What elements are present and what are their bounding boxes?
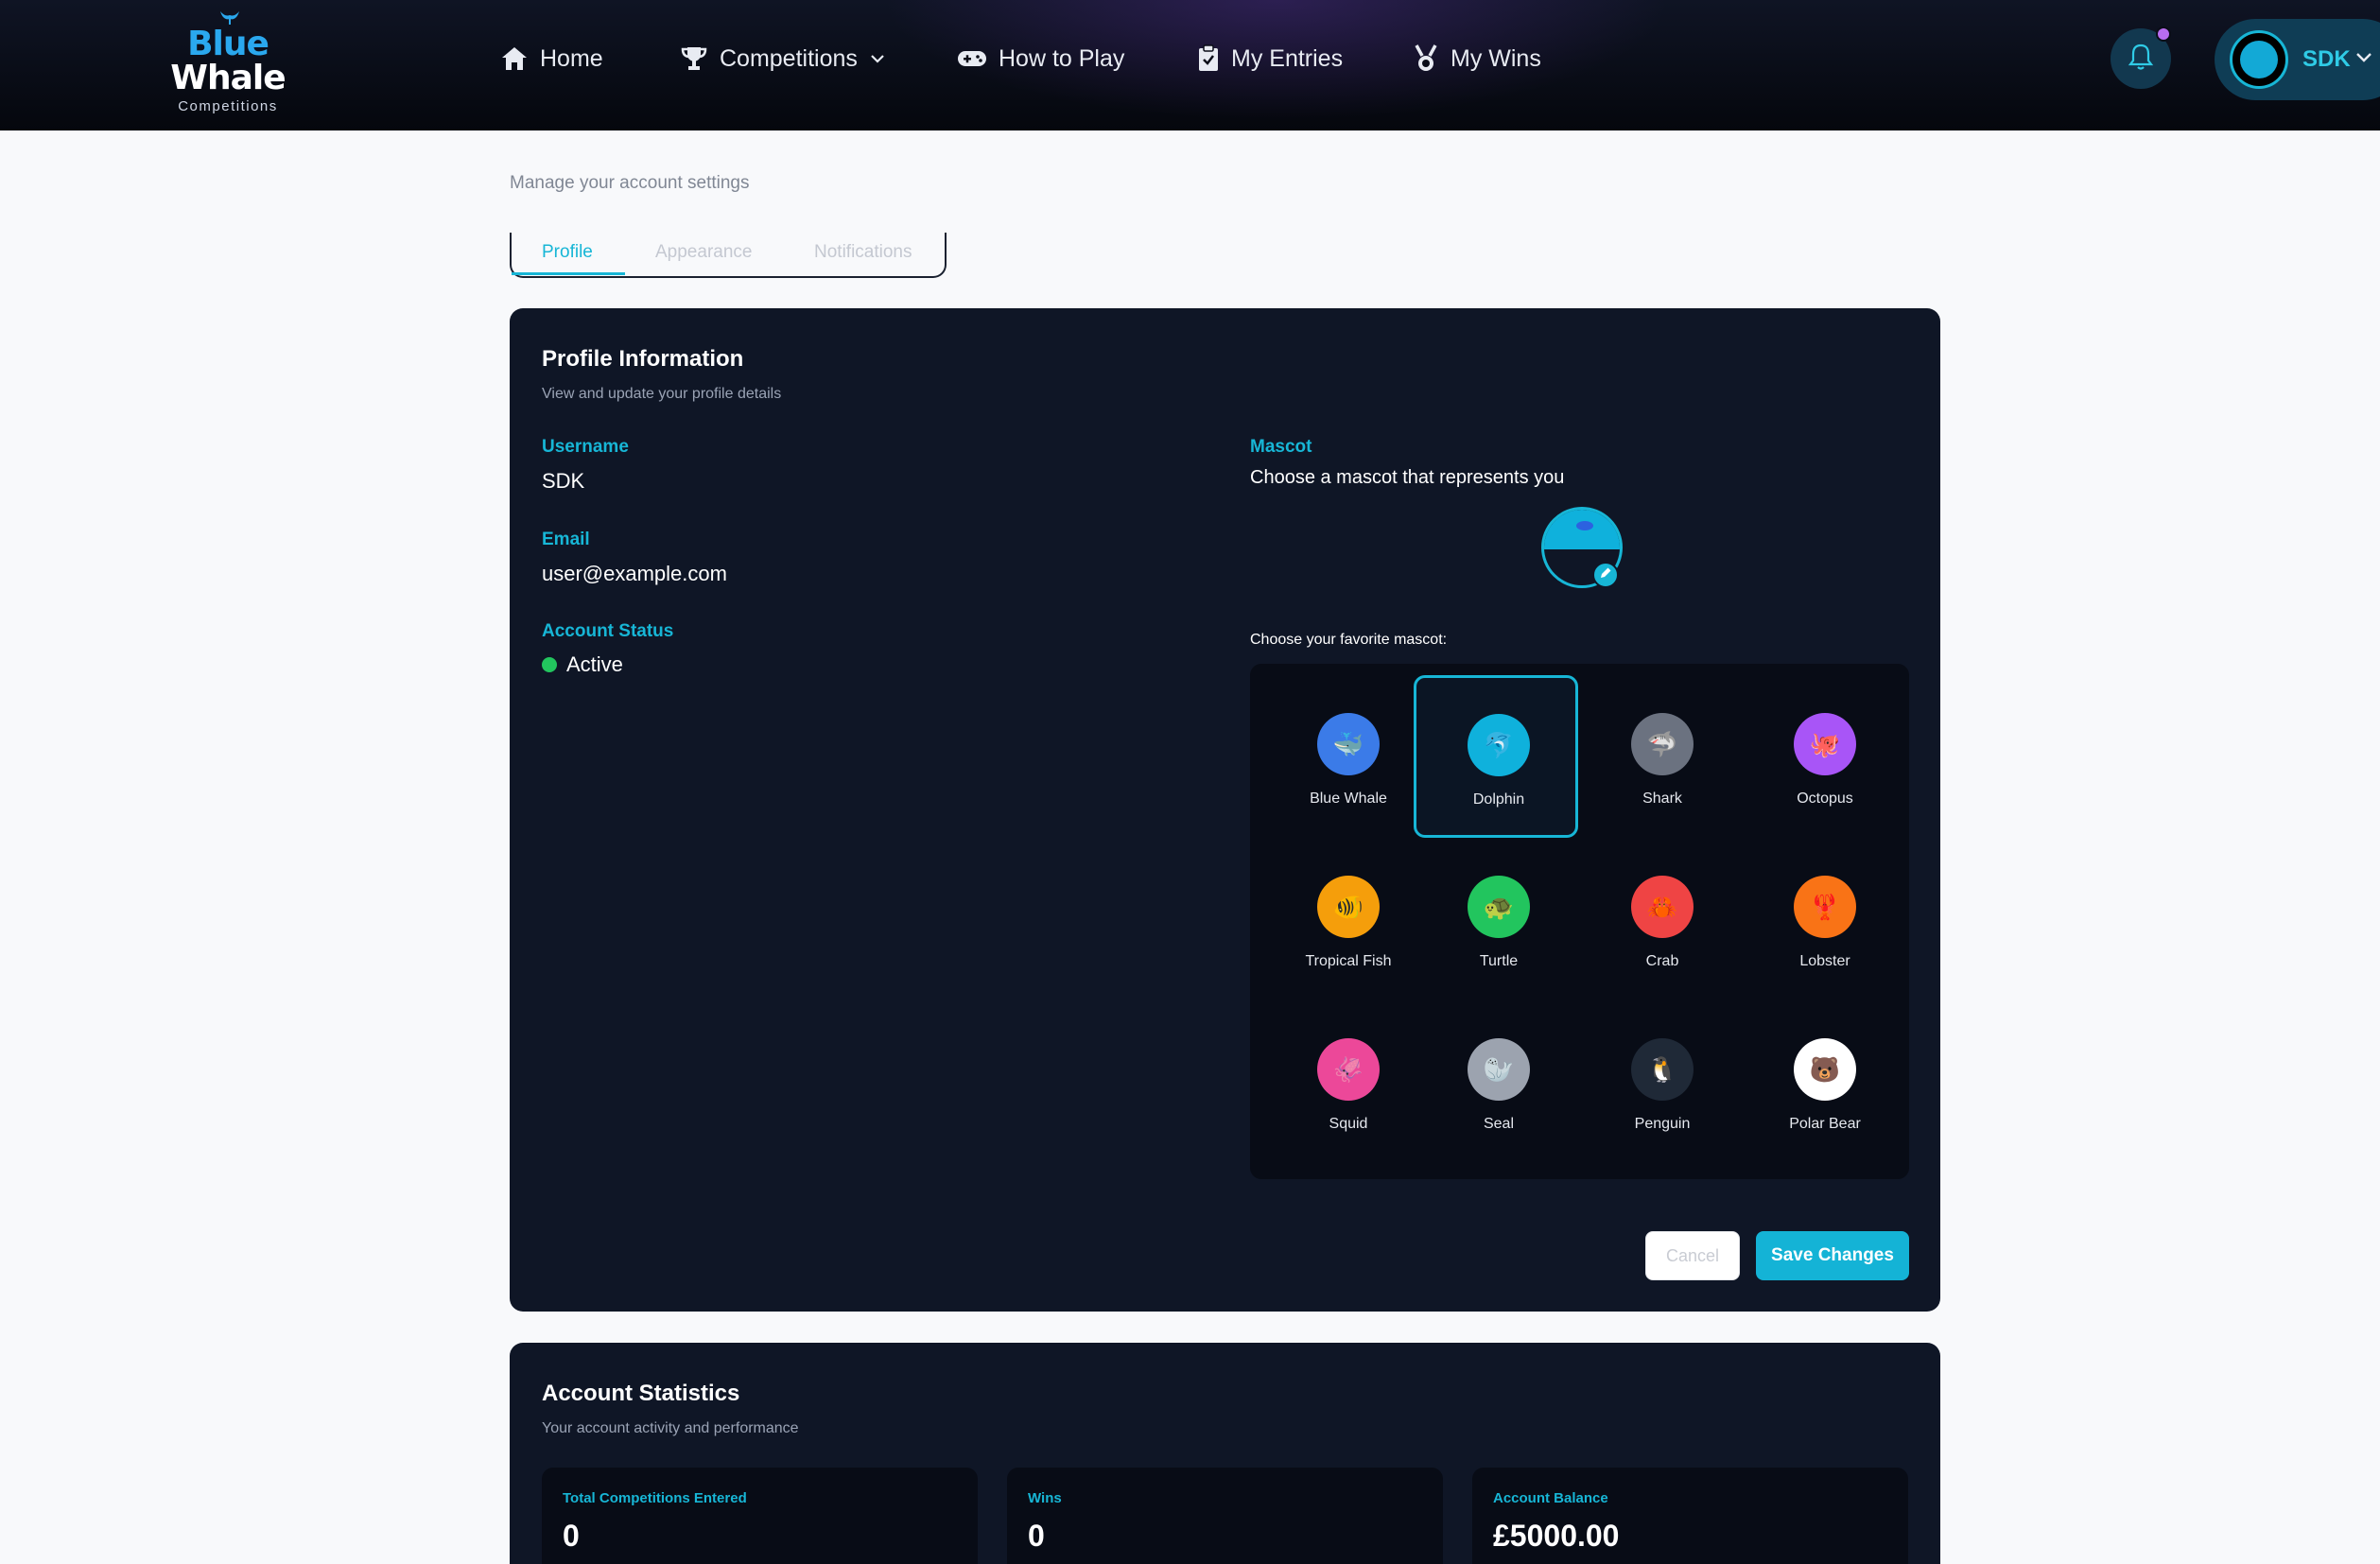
mascot-option-crab[interactable]: 🦀 Crab	[1580, 840, 1745, 1002]
mascot-name: Tropical Fish	[1305, 953, 1392, 969]
profile-card: Profile Information View and update your…	[510, 308, 1940, 1312]
stat-account-balance: Account Balance £5000.00	[1472, 1468, 1908, 1564]
cancel-button[interactable]: Cancel	[1645, 1231, 1740, 1280]
mascot-name: Octopus	[1797, 791, 1853, 807]
turtle-icon: 🐢	[1468, 876, 1530, 938]
nav-competitions-label: Competitions	[720, 44, 858, 72]
mascot-option-turtle[interactable]: 🐢 Turtle	[1416, 840, 1581, 1002]
brand-line-1: Blue	[187, 25, 269, 63]
mascot-name: Turtle	[1479, 953, 1519, 969]
dolphin-icon: 🐬	[1468, 714, 1530, 776]
lobster-icon: 🦞	[1794, 876, 1856, 938]
mascot-option-seal[interactable]: 🦭 Seal	[1416, 1002, 1581, 1165]
stat-value: £5000.00	[1493, 1519, 1620, 1553]
stat-label: Total Competitions Entered	[563, 1490, 747, 1506]
stat-label: Wins	[1028, 1490, 1062, 1506]
nav-competitions[interactable]: Competitions	[680, 42, 886, 76]
edit-mascot-button[interactable]	[1592, 562, 1619, 588]
account-status-label: Account Status	[542, 621, 674, 641]
mascot-grid: 🐳 Blue Whale 🐬 Dolphin 🦈 Shark 🐙 Octopus…	[1250, 664, 1909, 1179]
nav-home-label: Home	[540, 44, 603, 72]
nav-my-entries[interactable]: My Entries	[1197, 42, 1343, 76]
save-changes-button[interactable]: Save Changes	[1756, 1231, 1909, 1280]
nav-my-wins[interactable]: My Wins	[1413, 42, 1541, 76]
mascot-name: Shark	[1642, 791, 1682, 807]
shark-icon: 🦈	[1631, 713, 1694, 775]
bell-icon	[2128, 43, 2154, 76]
seal-icon: 🦭	[1468, 1038, 1530, 1101]
mascot-option-octopus[interactable]: 🐙 Octopus	[1743, 677, 1907, 840]
mascot-name: Crab	[1645, 953, 1679, 969]
polar-bear-icon: 🐻	[1794, 1038, 1856, 1101]
profile-card-subtitle: View and update your profile details	[542, 386, 782, 402]
stat-wins: Wins 0	[1007, 1468, 1443, 1564]
mascot-option-squid[interactable]: 🦑 Squid	[1266, 1002, 1431, 1165]
blue-whale-icon: 🐳	[1317, 713, 1380, 775]
stat-value: 0	[1028, 1519, 1045, 1553]
choose-mascot-label: Choose your favorite mascot:	[1250, 632, 1448, 648]
username-value: SDK	[542, 469, 585, 493]
mascot-name: Polar Bear	[1789, 1116, 1861, 1132]
user-name[interactable]: SDK	[2302, 46, 2351, 73]
email-value: user@example.com	[542, 562, 727, 585]
nav-home[interactable]: Home	[500, 42, 603, 76]
pencil-icon	[1599, 566, 1612, 584]
mascot-name: Squid	[1329, 1116, 1368, 1132]
nav-my-entries-label: My Entries	[1231, 44, 1344, 72]
penguin-icon: 🐧	[1631, 1038, 1694, 1101]
mascot-name: Seal	[1483, 1116, 1515, 1132]
brand-line-2: Whale	[170, 59, 286, 97]
mascot-label: Mascot	[1250, 437, 1312, 457]
email-label: Email	[542, 530, 590, 549]
tropical-fish-icon: 🐠	[1317, 876, 1380, 938]
tab-notifications[interactable]: Notifications	[814, 242, 912, 263]
profile-card-title: Profile Information	[542, 346, 744, 372]
nav-my-wins-label: My Wins	[1451, 44, 1541, 72]
account-status-value: Active	[566, 652, 623, 676]
home-icon	[500, 45, 529, 72]
medal-icon	[1413, 44, 1439, 73]
stat-total-competitions: Total Competitions Entered 0	[542, 1468, 978, 1564]
top-navbar: Blue Whale Competitions Home Competition…	[0, 0, 2380, 130]
stats-card-title: Account Statistics	[542, 1381, 740, 1406]
username-label: Username	[542, 437, 629, 457]
active-tab-indicator	[512, 272, 625, 275]
gamepad-icon	[957, 47, 987, 70]
tab-profile[interactable]: Profile	[542, 242, 593, 263]
clipboard-icon	[1197, 44, 1220, 73]
stat-value: 0	[563, 1519, 580, 1553]
crab-icon: 🦀	[1631, 876, 1694, 938]
status-indicator	[542, 657, 557, 672]
chevron-down-icon	[869, 53, 886, 64]
mascot-option-dolphin[interactable]: 🐬 Dolphin	[1414, 675, 1578, 838]
squid-icon: 🦑	[1317, 1038, 1380, 1101]
nav-how-to-play-label: How to Play	[999, 44, 1125, 72]
account-statistics-card: Account Statistics Your account activity…	[510, 1343, 1940, 1564]
user-avatar[interactable]	[2230, 30, 2288, 89]
mascot-option-penguin[interactable]: 🐧 Penguin	[1580, 1002, 1745, 1165]
tab-appearance[interactable]: Appearance	[655, 242, 752, 263]
trophy-icon	[680, 45, 708, 72]
mascot-option-lobster[interactable]: 🦞 Lobster	[1743, 840, 1907, 1002]
octopus-icon: 🐙	[1794, 713, 1856, 775]
mascot-description: Choose a mascot that represents you	[1250, 467, 1565, 488]
brand-logo[interactable]: Blue Whale Competitions	[168, 6, 287, 114]
nav-how-to-play[interactable]: How to Play	[957, 42, 1124, 76]
chevron-down-icon[interactable]	[2354, 51, 2373, 69]
stats-card-subtitle: Your account activity and performance	[542, 1420, 799, 1436]
notification-badge	[2156, 26, 2171, 42]
mascot-name: Penguin	[1634, 1116, 1691, 1132]
mascot-option-polar-bear[interactable]: 🐻 Polar Bear	[1743, 1002, 1907, 1165]
mascot-option-blue-whale[interactable]: 🐳 Blue Whale	[1266, 677, 1431, 840]
mascot-name: Dolphin	[1472, 791, 1525, 808]
mascot-option-shark[interactable]: 🦈 Shark	[1580, 677, 1745, 840]
brand-line-3: Competitions	[178, 98, 278, 114]
mascot-name: Lobster	[1799, 953, 1850, 969]
mascot-option-tropical-fish[interactable]: 🐠 Tropical Fish	[1266, 840, 1431, 1002]
mascot-name: Blue Whale	[1310, 791, 1387, 807]
page-subtitle: Manage your account settings	[510, 173, 750, 193]
settings-tabs: Profile Appearance Notifications	[510, 233, 947, 278]
stat-label: Account Balance	[1493, 1490, 1608, 1506]
